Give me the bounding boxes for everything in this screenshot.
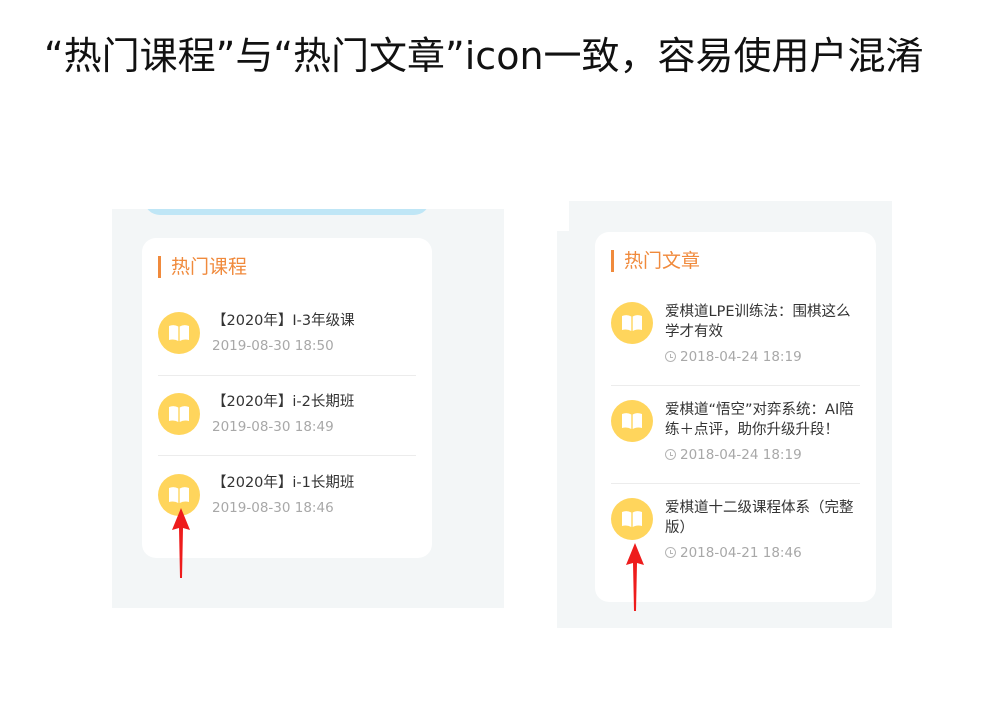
article-date-row: 2018-04-24 18:19: [665, 446, 802, 464]
article-date: 2018-04-21 18:46: [680, 545, 802, 561]
clock-icon: [665, 351, 676, 362]
hot-courses-title: 热门课程: [158, 256, 247, 278]
banner-fragment: [144, 209, 430, 215]
course-item[interactable]: 【2020年】i-2长期班 2019-08-30 18:49: [158, 385, 416, 456]
course-date: 2019-08-30 18:49: [212, 419, 334, 435]
open-book-icon: [611, 498, 653, 540]
course-item[interactable]: 【2020年】i-1长期班 2019-08-30 18:46: [158, 466, 416, 536]
article-date: 2018-04-24 18:19: [680, 349, 802, 365]
course-title[interactable]: 【2020年】i-2长期班: [212, 392, 416, 412]
article-date: 2018-04-24 18:19: [680, 447, 802, 463]
clock-icon: [665, 449, 676, 460]
open-book-icon: [611, 400, 653, 442]
course-title[interactable]: 【2020年】I-3年级课: [212, 311, 416, 331]
open-book-icon: [158, 312, 200, 354]
right-annotation-arrow: [626, 543, 644, 611]
article-date-row: 2018-04-24 18:19: [665, 348, 802, 366]
article-item[interactable]: 爱棋道LPE训练法：围棋这么学才有效 2018-04-24 18:19: [611, 294, 860, 386]
course-item[interactable]: 【2020年】I-3年级课 2019-08-30 18:50: [158, 304, 416, 376]
article-item[interactable]: 爱棋道十二级课程体系（完整版） 2018-04-21 18:46: [611, 490, 860, 581]
course-date: 2019-08-30 18:46: [212, 500, 334, 516]
slide-headline: “热门课程”与“热门文章”icon一致，容易使用户混淆: [44, 34, 924, 78]
hot-articles-screenshot: 热门文章 爱棋道LPE训练法：围棋这么学才有效 2018-04-24 18:19…: [557, 201, 892, 628]
article-title[interactable]: 爱棋道“悟空”对弈系统：AI陪练＋点评，助你升级升段！: [665, 400, 860, 440]
course-title[interactable]: 【2020年】i-1长期班: [212, 473, 416, 493]
left-annotation-arrow: [172, 508, 190, 578]
course-date: 2019-08-30 18:50: [212, 338, 334, 354]
panel-notch: [557, 201, 569, 231]
article-title[interactable]: 爱棋道LPE训练法：围棋这么学才有效: [665, 302, 860, 342]
open-book-icon: [158, 393, 200, 435]
clock-icon: [665, 547, 676, 558]
article-date-row: 2018-04-21 18:46: [665, 544, 802, 562]
open-book-icon: [611, 302, 653, 344]
article-item[interactable]: 爱棋道“悟空”对弈系统：AI陪练＋点评，助你升级升段！ 2018-04-24 1…: [611, 392, 860, 484]
hot-articles-title: 热门文章: [611, 250, 700, 272]
article-title[interactable]: 爱棋道十二级课程体系（完整版）: [665, 498, 860, 538]
